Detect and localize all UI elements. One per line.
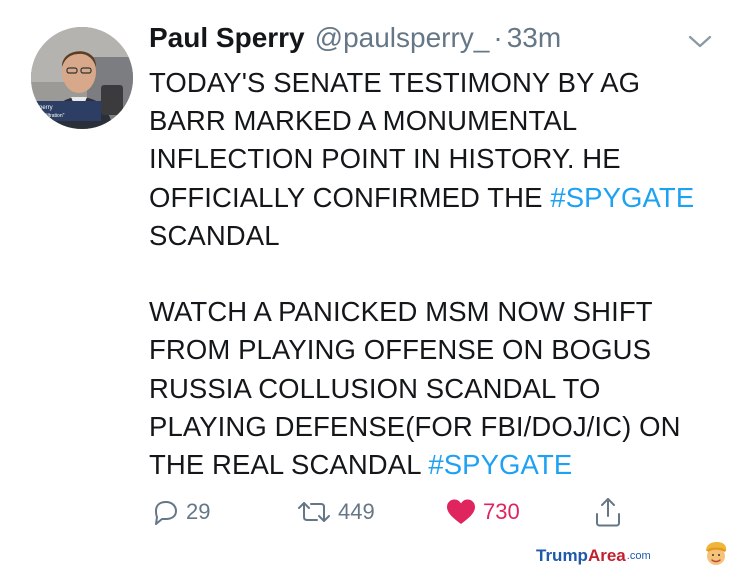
avatar-photo: Sperry r, "Infiltration" bbox=[31, 27, 133, 129]
share-icon bbox=[596, 498, 620, 527]
tweet-line: FROM PLAYING OFFENSE ON BOGUS bbox=[149, 334, 652, 366]
tweet-line: BARR MARKED A MONUMENTAL bbox=[149, 105, 578, 137]
tweet-timestamp[interactable]: 33m bbox=[507, 22, 561, 54]
tweet-text: TODAY'S SENATE TESTIMONY BY AG BARR MARK… bbox=[149, 64, 729, 484]
chevron-down-icon[interactable] bbox=[688, 34, 712, 50]
author-name[interactable]: Paul Sperry bbox=[149, 22, 305, 54]
like-count: 730 bbox=[483, 499, 520, 524]
watermark-part1: Trump bbox=[536, 546, 588, 565]
hashtag-link[interactable]: #SPYGATE bbox=[428, 449, 572, 480]
tweet-line: THE REAL SCANDAL #SPYGATE bbox=[149, 446, 729, 484]
tweet-line-text: OFFICIALLY CONFIRMED THE bbox=[149, 181, 551, 213]
tweet-line: INFLECTION POINT IN HISTORY. HE bbox=[149, 143, 621, 175]
watermark-mascot-icon bbox=[706, 542, 727, 565]
tweet-line: TODAY'S SENATE TESTIMONY BY AG bbox=[149, 67, 641, 98]
tweet-line: RUSSIA COLLUSION SCANDAL TO bbox=[149, 372, 601, 404]
retweet-count: 449 bbox=[338, 499, 375, 524]
heart-icon bbox=[447, 499, 475, 524]
tweet-avatar[interactable]: Sperry r, "Infiltration" bbox=[31, 27, 133, 129]
tweet-header: Paul Sperry @paulsperry_ · 33m bbox=[149, 22, 561, 62]
tweet-line: OFFICIALLY CONFIRMED THE #SPYGATE bbox=[149, 179, 729, 217]
retweet-icon bbox=[298, 502, 330, 522]
reply-icon bbox=[155, 501, 177, 525]
avatar-caption-line2: r, "Infiltration" bbox=[35, 113, 65, 119]
author-handle[interactable]: @paulsperry_ bbox=[315, 22, 490, 54]
tweet-line: PLAYING DEFENSE(FOR FBI/DOJ/IC) ON bbox=[149, 410, 681, 442]
tweet-actions: 29 449 730 bbox=[150, 494, 640, 530]
retweet-button[interactable]: 449 bbox=[296, 494, 375, 530]
like-button[interactable]: 730 bbox=[445, 494, 520, 530]
reply-button[interactable]: 29 bbox=[150, 494, 210, 530]
share-button[interactable] bbox=[593, 494, 623, 530]
watermark-part3: .com bbox=[626, 550, 651, 562]
tweet-line-text: THE REAL SCANDAL bbox=[149, 449, 429, 481]
hashtag-link[interactable]: #SPYGATE bbox=[550, 182, 694, 213]
watermark-part2: Area bbox=[587, 546, 626, 565]
tweet-line: WATCH A PANICKED MSM NOW SHIFT bbox=[149, 296, 653, 328]
reply-count: 29 bbox=[186, 499, 211, 524]
avatar-caption-line1: Sperry bbox=[35, 105, 53, 111]
header-separator: · bbox=[493, 22, 503, 53]
watermark-logo: Trump Area .com bbox=[536, 544, 651, 568]
tweet-line: SCANDAL bbox=[149, 219, 280, 251]
